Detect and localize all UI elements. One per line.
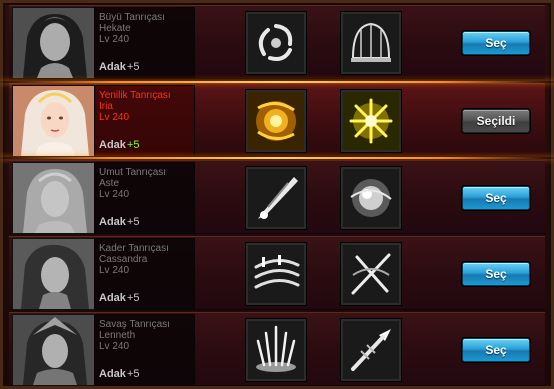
adak-value: +5 [127,292,140,304]
goddess-row-aste: Umut Tanrıçası Aste Lv 240 Adak +5 Seç [9,160,545,234]
goddess-portrait [12,7,96,79]
light-pillar-skill-icon[interactable] [246,319,306,381]
goddess-name: Lenneth [99,330,136,341]
goddess-row-lenneth: Savaş Tanrıçası Lenneth Lv 240 Adak +5 S… [9,312,545,386]
adak-label: Adak [99,292,126,304]
adak-value: +5 [127,368,140,380]
cross-slash-skill-icon[interactable] [341,243,401,305]
adak-value: +5 [127,216,140,228]
goddess-level: Lv 240 [99,34,130,45]
select-button[interactable]: Seç [462,31,530,55]
select-button[interactable]: Seç [462,186,530,210]
dome-cage-skill-icon[interactable] [341,12,401,74]
goddess-title: Büyü Tanrıçası [99,12,165,23]
goddess-title: Savaş Tanrıçası [99,319,170,330]
goddess-info: Umut Tanrıçası Aste Lv 240 Adak +5 [94,162,195,234]
goddess-row-iria: Yenilik Tanrıçası Iria Lv 240 Adak +5 Se… [0,81,554,159]
golden-swirl-skill-icon[interactable] [246,90,306,152]
goddess-level: Lv 240 [99,265,130,276]
goddess-info: Savaş Tanrıçası Lenneth Lv 240 Adak +5 [94,314,195,386]
adak-value: +5 [127,61,140,73]
goddess-level: Lv 240 [99,189,130,200]
adak-label: Adak [99,216,126,228]
adak-label: Adak [99,61,126,73]
goddess-name: Hekate [99,23,131,34]
selected-button[interactable]: Seçildi [462,109,530,133]
vortex-skill-icon[interactable] [246,12,306,74]
goddess-info: Kader Tanrıçası Cassandra Lv 240 Adak +5 [94,238,195,310]
select-button[interactable]: Seç [462,338,530,362]
adak-label: Adak [99,368,126,380]
goddess-title: Yenilik Tanrıçası [99,90,171,101]
goddess-row-cassandra: Kader Tanrıçası Cassandra Lv 240 Adak +5… [9,236,545,310]
goddess-name: Aste [99,178,120,189]
wind-slash-skill-icon[interactable] [246,243,306,305]
orb-skill-icon[interactable] [341,167,401,229]
goddess-row-hekate: Büyü Tanrıçası Hekate Lv 240 Adak +5 Seç [9,5,545,79]
select-button[interactable]: Seç [462,262,530,286]
goddess-portrait [12,162,96,234]
goddess-portrait [12,238,96,310]
goddess-name: Cassandra [99,254,148,265]
spear-skill-icon[interactable] [341,319,401,381]
goddess-name: Iria [99,101,113,112]
adak-label: Adak [99,139,126,151]
goddess-info: Yenilik Tanrıçası Iria Lv 240 Adak +5 [94,85,195,157]
goddess-title: Umut Tanrıçası [99,167,167,178]
adak-value: +5 [127,139,140,151]
crystal-beam-skill-icon[interactable] [246,167,306,229]
goddess-title: Kader Tanrıçası [99,243,169,254]
starburst-skill-icon[interactable] [341,90,401,152]
goddess-level: Lv 240 [99,341,130,352]
goddess-portrait [12,314,96,386]
goddess-level: Lv 240 [99,112,130,123]
goddess-portrait [12,85,96,157]
goddess-info: Büyü Tanrıçası Hekate Lv 240 Adak +5 [94,7,195,79]
